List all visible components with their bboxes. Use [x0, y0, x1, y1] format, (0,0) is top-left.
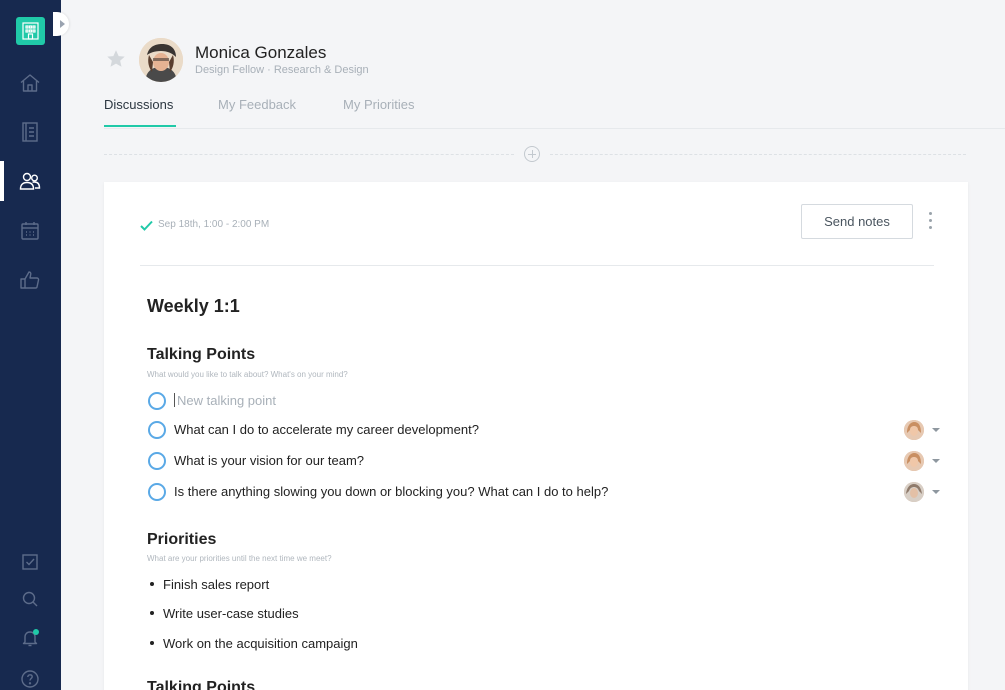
- add-section-icon[interactable]: [524, 146, 540, 162]
- help-icon[interactable]: [18, 667, 42, 690]
- talking-point-text[interactable]: What is your vision for our team?: [174, 453, 364, 468]
- talking-points-subtitle: What would you like to talk about? What'…: [147, 370, 348, 379]
- divider: [140, 265, 934, 266]
- priority-text: Finish sales report: [163, 577, 270, 592]
- checkbox-circle-icon[interactable]: [148, 483, 166, 501]
- more-options-icon[interactable]: [928, 212, 934, 232]
- notification-dot: [33, 629, 39, 635]
- list-item[interactable]: Work on the acquisition campaign: [150, 636, 358, 651]
- chevron-down-icon[interactable]: [932, 459, 940, 463]
- list-item[interactable]: Write user-case studies: [150, 606, 299, 621]
- checkbox-icon[interactable]: [18, 550, 42, 574]
- bullet: [150, 582, 154, 586]
- checkbox-circle-icon[interactable]: [148, 421, 166, 439]
- talking-points-title: Talking Points: [147, 346, 256, 363]
- tab-discussions[interactable]: Discussions: [104, 97, 173, 112]
- meeting-date: Sep 18th, 1:00 - 2:00 PM: [158, 219, 270, 230]
- active-nav-indicator: [0, 161, 4, 201]
- bullet: [150, 611, 154, 615]
- chevron-down-icon[interactable]: [932, 490, 940, 494]
- list-item: What is your vision for our team?: [148, 451, 948, 471]
- building-icon[interactable]: [16, 17, 45, 45]
- list-item: What can I do to accelerate my career de…: [148, 420, 948, 440]
- sidebar-collapse-toggle[interactable]: [53, 12, 69, 36]
- divider: [104, 128, 1005, 129]
- calendar-icon[interactable]: [18, 219, 42, 243]
- priority-text: Work on the acquisition campaign: [163, 636, 358, 651]
- talking-point-text[interactable]: Is there anything slowing you down or bl…: [174, 484, 608, 499]
- list-item[interactable]: Finish sales report: [150, 577, 269, 592]
- bullet: [150, 641, 154, 645]
- send-notes-button[interactable]: Send notes: [801, 204, 913, 239]
- star-icon[interactable]: [105, 48, 127, 75]
- active-tab-indicator: [104, 125, 176, 127]
- avatar: [139, 38, 183, 82]
- divider: [550, 154, 966, 155]
- divider: [104, 154, 514, 155]
- list-item: Is there anything slowing you down or bl…: [148, 482, 948, 502]
- search-icon[interactable]: [18, 587, 42, 611]
- meeting-card: Sep 18th, 1:00 - 2:00 PM Send notes Week…: [104, 182, 968, 690]
- section-title: Talking Points: [147, 679, 256, 690]
- tab-my-priorities[interactable]: My Priorities: [343, 97, 415, 112]
- priorities-title: Priorities: [147, 531, 217, 548]
- meeting-title: Weekly 1:1: [147, 296, 240, 316]
- talking-point-text[interactable]: What can I do to accelerate my career de…: [174, 422, 479, 437]
- avatar: [904, 451, 924, 471]
- new-talking-point-input[interactable]: New talking point: [174, 393, 276, 408]
- checkbox-circle-icon[interactable]: [148, 452, 166, 470]
- tab-my-feedback[interactable]: My Feedback: [218, 97, 296, 112]
- people-icon[interactable]: [18, 169, 42, 193]
- home-icon[interactable]: [18, 71, 42, 95]
- priorities-subtitle: What are your priorities until the next …: [147, 554, 332, 563]
- profile-role: Design Fellow · Research & Design: [195, 64, 369, 76]
- avatar: [904, 420, 924, 440]
- avatar: [904, 482, 924, 502]
- new-talking-point-row: New talking point: [148, 391, 948, 411]
- checkbox-circle-icon[interactable]: [148, 392, 166, 410]
- sidebar: [0, 0, 61, 690]
- priority-text: Write user-case studies: [163, 606, 299, 621]
- chevron-down-icon[interactable]: [932, 428, 940, 432]
- thumbs-up-icon[interactable]: [18, 268, 42, 292]
- profile-name: Monica Gonzales: [195, 43, 327, 62]
- notebook-icon[interactable]: [18, 120, 42, 144]
- check-icon: [140, 218, 153, 236]
